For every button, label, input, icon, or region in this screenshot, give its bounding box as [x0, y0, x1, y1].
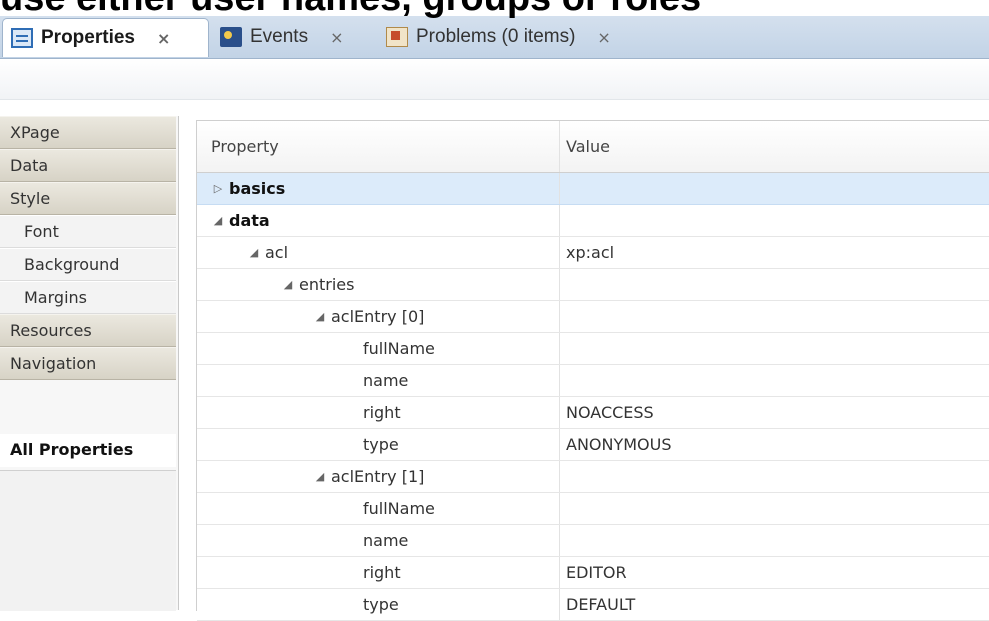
- property-grid: Property Value ▷ basics ◢ data ◢ acl xp:…: [196, 120, 989, 621]
- property-name: acl: [265, 243, 289, 262]
- view-tab-bar: Properties × Events × Problems (0 items)…: [0, 16, 989, 59]
- sidebar-item-background[interactable]: Background: [0, 248, 176, 281]
- sidebar-item-font[interactable]: Font: [0, 215, 176, 248]
- sidebar-item-data[interactable]: Data: [0, 149, 176, 182]
- property-value[interactable]: [559, 333, 989, 364]
- sidebar-item-resources[interactable]: Resources: [0, 314, 176, 347]
- property-name: data: [229, 211, 270, 230]
- collapse-arrow-icon[interactable]: ◢: [311, 470, 329, 483]
- property-value[interactable]: [559, 173, 989, 204]
- close-icon[interactable]: ×: [157, 29, 170, 48]
- properties-category-sidebar: XPage Data Style Font Background Margins…: [0, 116, 179, 611]
- caption-text: use either user names, groups or roles: [0, 0, 989, 18]
- column-header-property[interactable]: Property: [197, 121, 571, 172]
- collapse-arrow-icon[interactable]: ◢: [209, 214, 227, 227]
- sidebar-item-xpage[interactable]: XPage: [0, 116, 176, 149]
- expand-arrow-icon[interactable]: ▷: [209, 182, 227, 195]
- property-value[interactable]: DEFAULT: [559, 589, 989, 620]
- sidebar-item-margins[interactable]: Margins: [0, 281, 176, 314]
- table-row[interactable]: ▷ basics: [197, 173, 989, 205]
- table-row[interactable]: name: [197, 365, 989, 397]
- properties-icon: [11, 28, 33, 48]
- property-name: aclEntry [1]: [331, 467, 425, 486]
- sidebar-item-all-properties[interactable]: All Properties: [0, 434, 176, 467]
- problems-icon: [386, 27, 408, 47]
- property-value[interactable]: xp:acl: [559, 237, 989, 268]
- property-value[interactable]: ANONYMOUS: [559, 429, 989, 460]
- table-row[interactable]: ◢ acl xp:acl: [197, 237, 989, 269]
- table-row[interactable]: type DEFAULT: [197, 589, 989, 621]
- property-value[interactable]: [559, 525, 989, 556]
- table-row[interactable]: name: [197, 525, 989, 557]
- grid-header-row: Property Value: [197, 121, 989, 173]
- collapse-arrow-icon[interactable]: ◢: [245, 246, 263, 259]
- tab-problems-label: Problems (0 items): [416, 26, 576, 47]
- collapse-arrow-icon[interactable]: ◢: [279, 278, 297, 291]
- tab-events[interactable]: Events ×: [212, 18, 372, 56]
- sidebar-item-navigation[interactable]: Navigation: [0, 347, 176, 380]
- tab-problems[interactable]: Problems (0 items) ×: [378, 18, 688, 56]
- table-row[interactable]: ◢ aclEntry [0]: [197, 301, 989, 333]
- property-value[interactable]: [559, 461, 989, 492]
- table-row[interactable]: fullName: [197, 493, 989, 525]
- collapse-arrow-icon[interactable]: ◢: [311, 310, 329, 323]
- tab-properties[interactable]: Properties ×: [2, 18, 209, 57]
- property-value[interactable]: [559, 493, 989, 524]
- table-row[interactable]: ◢ aclEntry [1]: [197, 461, 989, 493]
- column-header-value[interactable]: Value: [559, 121, 989, 172]
- table-row[interactable]: ◢ data: [197, 205, 989, 237]
- table-row[interactable]: fullName: [197, 333, 989, 365]
- table-row[interactable]: right EDITOR: [197, 557, 989, 589]
- sidebar-item-style[interactable]: Style: [0, 182, 176, 215]
- sidebar-empty-area: [0, 470, 176, 611]
- property-name: entries: [299, 275, 355, 294]
- tab-events-label: Events: [250, 26, 309, 47]
- close-icon[interactable]: ×: [597, 28, 610, 47]
- table-row[interactable]: ◢ entries: [197, 269, 989, 301]
- property-name: aclEntry [0]: [331, 307, 425, 326]
- close-icon[interactable]: ×: [330, 28, 343, 47]
- events-icon: [220, 27, 242, 47]
- property-value[interactable]: [559, 301, 989, 332]
- property-value[interactable]: [559, 365, 989, 396]
- property-value[interactable]: NOACCESS: [559, 397, 989, 428]
- tab-properties-label: Properties: [41, 27, 135, 48]
- table-row[interactable]: right NOACCESS: [197, 397, 989, 429]
- property-value[interactable]: EDITOR: [559, 557, 989, 588]
- view-toolbar: [0, 59, 989, 100]
- property-value[interactable]: [559, 205, 989, 236]
- property-value[interactable]: [559, 269, 989, 300]
- property-name: basics: [229, 179, 286, 198]
- table-row[interactable]: type ANONYMOUS: [197, 429, 989, 461]
